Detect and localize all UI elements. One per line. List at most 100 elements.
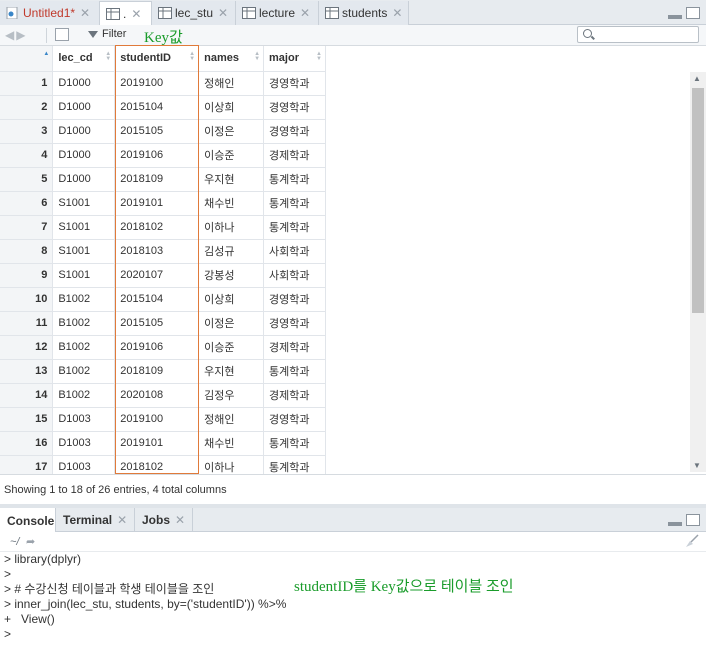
header-row: ▲ lec_cd ▲ ▼ studentID ▲ ▼ names ▲ ▼ major ▲ ▼ — [0, 46, 326, 72]
studentid-cell: 2019100 — [114, 407, 200, 432]
filter-button[interactable]: Filter — [88, 28, 126, 40]
row-number-cell: 15 — [0, 407, 54, 432]
status-bar: Showing 1 to 18 of 26 entries, 4 total c… — [0, 474, 706, 504]
maximize-pane-button[interactable] — [686, 7, 700, 19]
console-prompt[interactable]: > — [4, 627, 11, 642]
table-row: 15 D1003 2019100 정해인 경영학과 — [0, 407, 326, 432]
table-row: 9 S1001 2020107 강봉성 사회학과 — [0, 263, 326, 288]
close-icon[interactable]: ✕ — [218, 6, 228, 20]
names-cell: 채수빈 — [198, 431, 265, 456]
table-row: 3 D1000 2015105 이정은 경영학과 — [0, 119, 326, 144]
close-icon[interactable]: ✕ — [117, 513, 127, 527]
studentid-cell: 2018109 — [114, 359, 200, 384]
column-header-names[interactable]: names ▲ ▼ — [198, 46, 265, 72]
studentid-cell: 2019101 — [114, 431, 200, 456]
go-to-directory-icon[interactable]: ➦ — [26, 535, 35, 548]
funnel-icon — [88, 30, 98, 38]
console-line: > — [4, 567, 12, 581]
row-number-cell: 13 — [0, 359, 54, 384]
row-number-cell: 14 — [0, 383, 54, 408]
major-cell: 경제학과 — [263, 143, 326, 168]
row-number-cell: 4 — [0, 143, 54, 168]
close-icon[interactable]: ✕ — [131, 7, 141, 21]
column-header-rownum[interactable]: ▲ — [0, 46, 54, 72]
back-forward-arrows-icon[interactable]: ◀▶ — [5, 28, 27, 42]
table-row: 10 B1002 2015104 이상희 경영학과 — [0, 287, 326, 312]
join-annotation: studentID를 Key값으로 테이블 조인 — [294, 579, 514, 595]
tab-students[interactable]: students ✕ — [319, 1, 409, 25]
major-cell: 경영학과 — [263, 311, 326, 336]
names-cell: 우지현 — [198, 167, 265, 192]
close-icon[interactable]: ✕ — [175, 513, 185, 527]
table-row: 2 D1000 2015104 이상희 경영학과 — [0, 95, 326, 120]
tab-console[interactable]: Console — [0, 508, 56, 533]
tab-dot-view[interactable]: . ✕ — [100, 1, 152, 26]
lec-cd-cell: S1001 — [52, 263, 116, 288]
scrollbar-thumb[interactable] — [692, 88, 704, 313]
column-header-studentid[interactable]: studentID ▲ ▼ — [114, 46, 200, 72]
lec-cd-cell: B1002 — [52, 287, 116, 312]
major-cell: 통계학과 — [263, 431, 326, 456]
names-cell: 김정우 — [198, 383, 265, 408]
names-cell: 채수빈 — [198, 191, 265, 216]
tab-terminal[interactable]: Terminal ✕ — [56, 508, 135, 532]
names-cell: 이하나 — [198, 455, 265, 474]
names-cell: 강봉성 — [198, 263, 265, 288]
close-icon[interactable]: ✕ — [300, 6, 310, 20]
names-cell: 정해인 — [198, 407, 265, 432]
sort-icon: ▲ ▼ — [254, 51, 261, 62]
table-row: 12 B1002 2019106 이승준 경제학과 — [0, 335, 326, 360]
studentid-cell: 2020108 — [114, 383, 200, 408]
tab-untitled1[interactable]: Untitled1* ✕ — [0, 1, 100, 25]
tab-lecture[interactable]: lecture ✕ — [236, 1, 319, 25]
tab-lec-stu[interactable]: lec_stu ✕ — [152, 1, 236, 25]
r-script-icon — [6, 6, 18, 20]
tab-jobs[interactable]: Jobs ✕ — [135, 508, 193, 532]
names-cell: 이정은 — [198, 311, 265, 336]
table-icon — [242, 7, 256, 19]
table-row: 4 D1000 2019106 이승준 경제학과 — [0, 143, 326, 168]
working-directory: ~/ — [10, 536, 20, 548]
lec-cd-cell: S1001 — [52, 215, 116, 240]
minimize-pane-button[interactable] — [668, 15, 682, 19]
close-icon[interactable]: ✕ — [392, 6, 402, 20]
scroll-down-arrow-icon[interactable]: ▼ — [693, 461, 701, 470]
column-header-major[interactable]: major ▲ ▼ — [263, 46, 326, 72]
studentid-cell: 2018109 — [114, 167, 200, 192]
names-cell: 이상희 — [198, 287, 265, 312]
entries-status: Showing 1 to 18 of 26 entries, 4 total c… — [4, 484, 227, 496]
row-number-cell: 1 — [0, 71, 54, 96]
console-line: + View() — [4, 612, 55, 626]
table-row: 11 B1002 2015105 이정은 경영학과 — [0, 311, 326, 336]
vertical-scrollbar[interactable]: ▲ ▼ — [690, 72, 706, 472]
sort-asc-icon: ▲ — [43, 51, 50, 57]
console-window-controls — [668, 514, 700, 526]
row-number-cell: 2 — [0, 95, 54, 120]
row-number-cell: 5 — [0, 167, 54, 192]
maximize-pane-button[interactable] — [686, 514, 700, 526]
console-line: > library(dplyr) — [4, 552, 82, 566]
close-icon[interactable]: ✕ — [80, 6, 90, 20]
popout-window-icon[interactable] — [55, 28, 69, 41]
major-cell: 경영학과 — [263, 407, 326, 432]
column-header-lec-cd[interactable]: lec_cd ▲ ▼ — [52, 46, 116, 72]
clear-console-broom-icon[interactable] — [684, 534, 700, 548]
row-number-cell: 11 — [0, 311, 54, 336]
table-row: 8 S1001 2018103 김성규 사회학과 — [0, 239, 326, 264]
minimize-pane-button[interactable] — [668, 522, 682, 526]
names-cell: 김성규 — [198, 239, 265, 264]
search-field[interactable] — [577, 26, 699, 43]
sort-icon: ▲ ▼ — [316, 51, 322, 62]
lec-cd-cell: B1002 — [52, 383, 116, 408]
row-number-cell: 16 — [0, 431, 54, 456]
names-cell: 우지현 — [198, 359, 265, 384]
scroll-up-arrow-icon[interactable]: ▲ — [693, 74, 701, 83]
major-cell: 통계학과 — [263, 455, 326, 474]
studentid-cell: 2018102 — [114, 215, 200, 240]
names-cell: 이정은 — [198, 119, 265, 144]
data-table: ▲ lec_cd ▲ ▼ studentID ▲ ▼ names ▲ ▼ major ▲ ▼ 1… — [0, 46, 326, 474]
row-number-cell: 17 — [0, 455, 54, 474]
major-cell: 경영학과 — [263, 119, 326, 144]
studentid-cell: 2019100 — [114, 71, 200, 96]
search-input[interactable] — [596, 28, 696, 41]
